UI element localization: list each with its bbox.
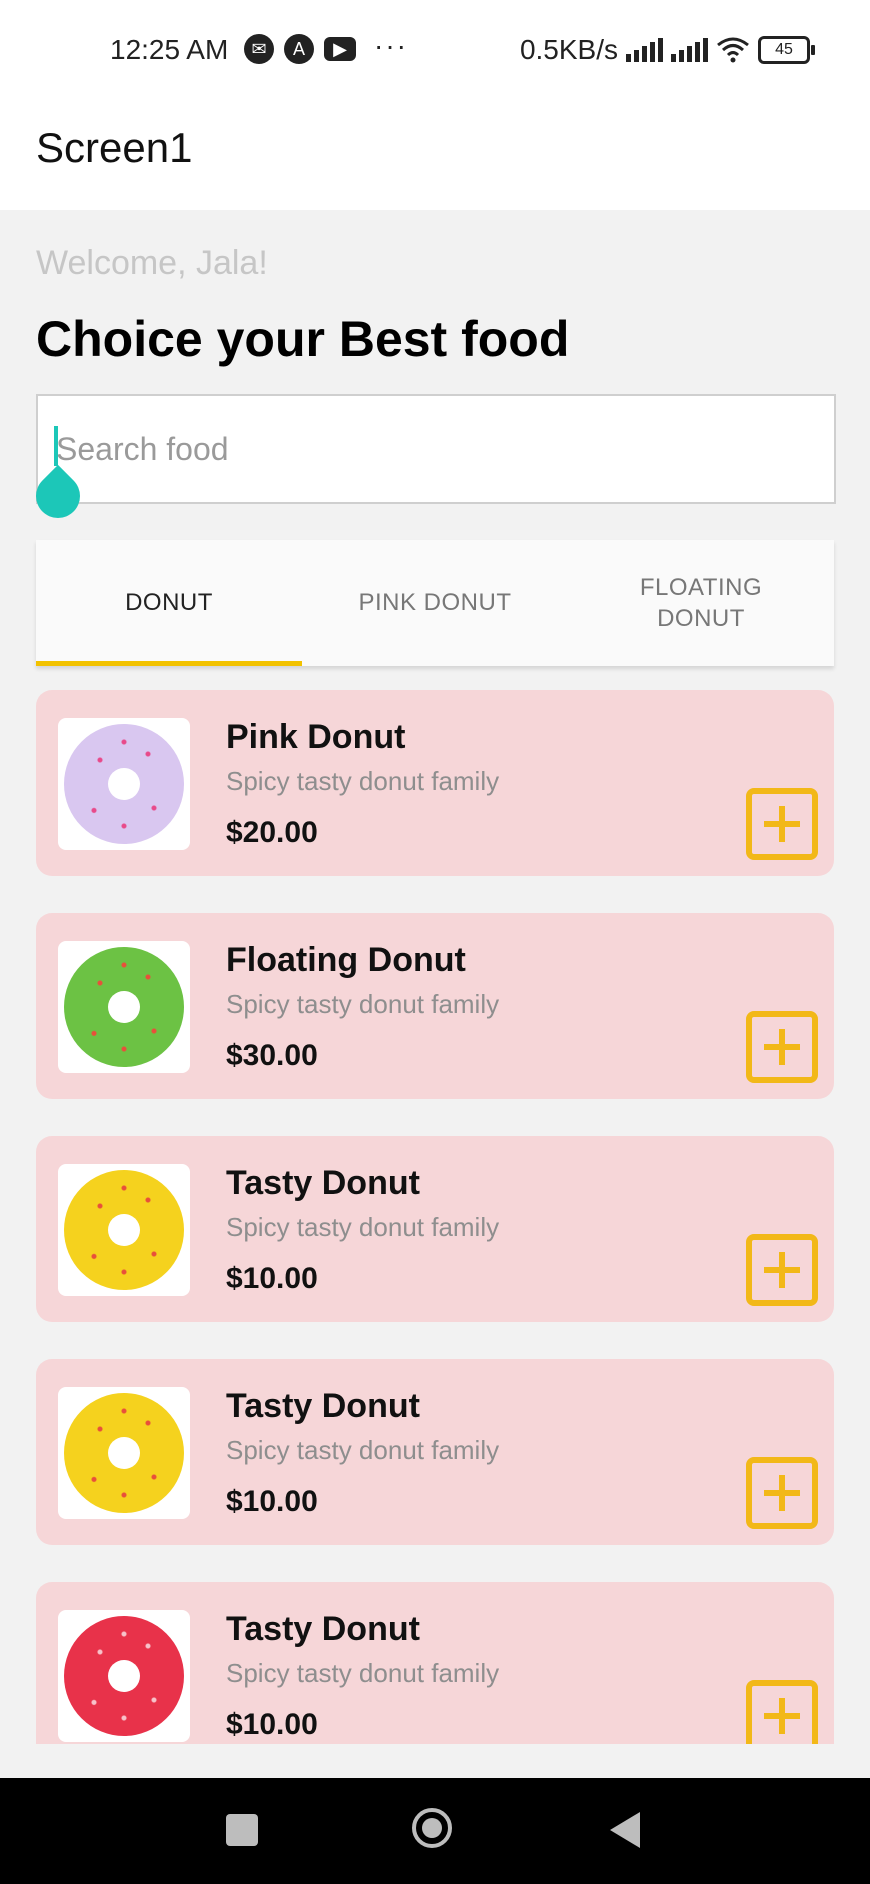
food-image bbox=[58, 718, 190, 850]
youtube-icon: ▶ bbox=[324, 37, 356, 61]
donut-image bbox=[64, 947, 184, 1067]
tab-floating-donut[interactable]: FLOATING DONUT bbox=[568, 540, 834, 666]
search-box[interactable] bbox=[26, 394, 836, 528]
food-name: Tasty Donut bbox=[226, 1610, 420, 1648]
food-name: Floating Donut bbox=[226, 941, 466, 979]
tab-label: DONUT bbox=[125, 589, 213, 616]
back-icon[interactable] bbox=[610, 1812, 640, 1848]
network-speed: 0.5KB/s bbox=[519, 34, 618, 65]
main-content: Welcome, Jala! Choice your Best food DON… bbox=[0, 210, 870, 1744]
signal-icon bbox=[671, 38, 708, 62]
donut-image bbox=[64, 1170, 184, 1290]
home-icon[interactable] bbox=[412, 1808, 452, 1848]
food-price: $10.00 bbox=[226, 1485, 318, 1518]
food-description: Spicy tasty donut family bbox=[226, 766, 500, 796]
food-name: Tasty Donut bbox=[226, 1387, 420, 1425]
battery-level: 45 bbox=[775, 41, 793, 58]
category-tabs: DONUT PINK DONUT FLOATING DONUT bbox=[36, 540, 834, 666]
donut-image bbox=[64, 1616, 184, 1736]
status-right: 0.5KB/s 45 bbox=[519, 34, 815, 66]
wifi-icon bbox=[717, 37, 749, 63]
page-title: Screen1 bbox=[36, 124, 193, 171]
food-description: Spicy tasty donut family bbox=[226, 1435, 500, 1465]
status-time: 12:25 AM bbox=[110, 34, 229, 65]
food-description: Spicy tasty donut family bbox=[226, 1658, 500, 1688]
list-item[interactable]: Tasty Donut Spicy tasty donut family $10… bbox=[36, 1136, 834, 1322]
signal-icon bbox=[626, 38, 663, 62]
add-to-cart-button[interactable] bbox=[746, 1680, 818, 1744]
tab-label: FLOATING DONUT bbox=[639, 574, 763, 632]
more-notifications-icon: ··· bbox=[374, 30, 408, 61]
food-name: Tasty Donut bbox=[226, 1164, 420, 1202]
add-to-cart-button[interactable] bbox=[746, 1457, 818, 1529]
food-image bbox=[58, 941, 190, 1073]
tab-donut[interactable]: DONUT bbox=[36, 540, 302, 666]
search-input[interactable] bbox=[54, 416, 818, 482]
food-price: $30.00 bbox=[226, 1039, 318, 1072]
list-item[interactable]: Pink Donut Spicy tasty donut family $20.… bbox=[36, 690, 834, 876]
battery-icon: 45 bbox=[758, 36, 815, 64]
food-image bbox=[58, 1387, 190, 1519]
notification-icons: ✉ A ▶ bbox=[244, 34, 356, 64]
app-a-icon: A bbox=[284, 34, 314, 64]
tab-label: PINK DONUT bbox=[358, 589, 512, 616]
food-image bbox=[58, 1610, 190, 1742]
food-price: $20.00 bbox=[226, 816, 318, 849]
food-description: Spicy tasty donut family bbox=[226, 1212, 500, 1242]
food-name: Pink Donut bbox=[226, 718, 406, 756]
messenger-icon: ✉ bbox=[244, 34, 274, 64]
list-item[interactable]: Floating Donut Spicy tasty donut family … bbox=[36, 913, 834, 1099]
food-description: Spicy tasty donut family bbox=[226, 989, 500, 1019]
welcome-text: Welcome, Jala! bbox=[36, 244, 268, 282]
add-to-cart-button[interactable] bbox=[746, 1011, 818, 1083]
food-price: $10.00 bbox=[226, 1262, 318, 1295]
add-to-cart-button[interactable] bbox=[746, 788, 818, 860]
tab-pink-donut[interactable]: PINK DONUT bbox=[302, 540, 568, 666]
add-to-cart-button[interactable] bbox=[746, 1234, 818, 1306]
text-cursor bbox=[54, 426, 58, 466]
donut-image bbox=[64, 724, 184, 844]
app-header: Screen1 bbox=[0, 100, 870, 210]
donut-image bbox=[64, 1393, 184, 1513]
food-price: $10.00 bbox=[226, 1708, 318, 1741]
list-item[interactable]: Tasty Donut Spicy tasty donut family $10… bbox=[36, 1359, 834, 1545]
system-nav-bar bbox=[0, 1778, 870, 1884]
food-image bbox=[58, 1164, 190, 1296]
recent-apps-icon[interactable] bbox=[226, 1814, 258, 1846]
list-item[interactable]: Tasty Donut Spicy tasty donut family $10… bbox=[36, 1582, 834, 1744]
status-bar: 12:25 AM ✉ A ▶ ··· 0.5KB/s 45 bbox=[0, 0, 870, 100]
headline: Choice your Best food bbox=[36, 311, 570, 367]
